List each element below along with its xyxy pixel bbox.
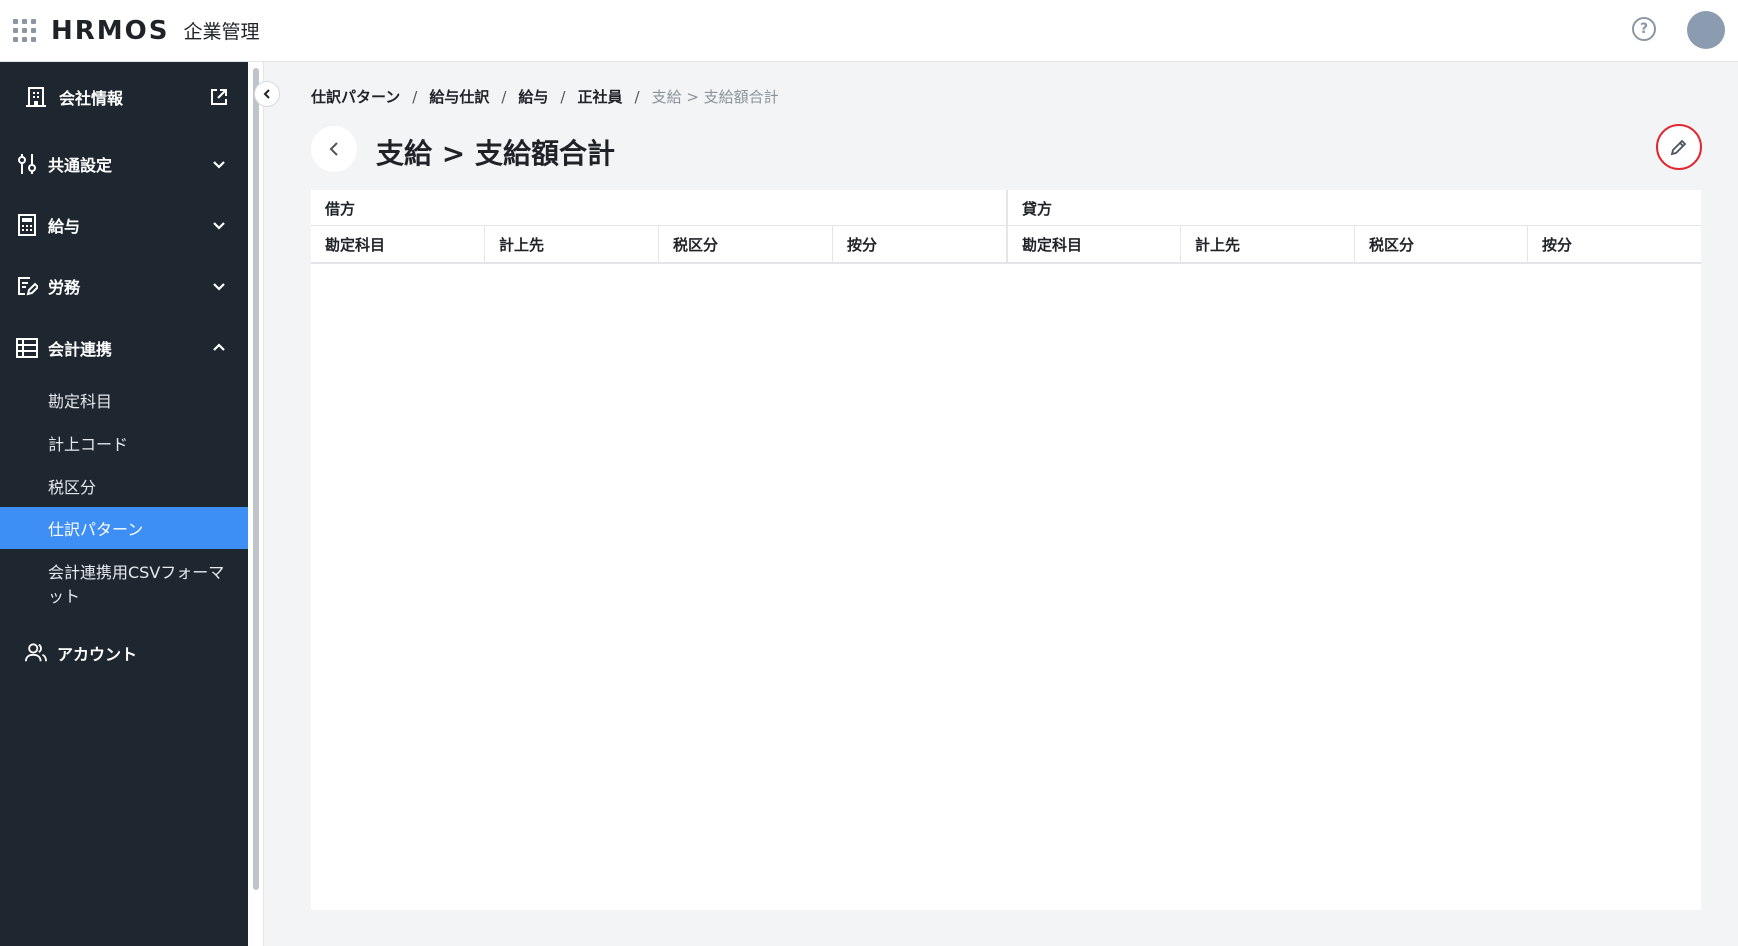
pencil-icon [1670,139,1687,156]
breadcrumb-link-payroll-journal[interactable]: 給与仕訳 [429,86,489,107]
breadcrumb: 仕訳パターン / 給与仕訳 / 給与 / 正社員 / 支給 > 支給額合計 [311,86,779,107]
breadcrumb-separator: / [501,87,507,106]
logo-subtitle: 企業管理 [183,21,260,43]
logo[interactable]: HRMOS [51,16,169,46]
sidebar-item-account[interactable]: アカウント [0,631,248,675]
debit-col-posting: 計上先 [485,226,659,262]
chevron-up-icon [210,339,228,357]
journal-pattern-table: 借方 貸方 勘定科目 計上先 税区分 按分 勘定科目 計上先 税区分 按分 [311,190,1701,910]
chevron-down-icon [210,277,228,295]
sidebar-item-label: 会社情報 [59,89,124,108]
debit-col-account: 勘定科目 [311,226,485,262]
chevron-left-icon [263,89,270,99]
sidebar-scrollbar[interactable] [248,62,264,946]
debit-col-allocation: 按分 [847,235,878,254]
avatar[interactable] [1687,11,1725,49]
debit-credit-divider [1006,190,1008,264]
sidebar-item-label: 会計連携 [48,340,113,359]
users-icon [25,642,47,664]
breadcrumb-current: 支給 > 支給額合計 [651,88,779,106]
chevron-left-icon [329,142,338,156]
sidebar-sub-item-tax-categories[interactable]: 税区分 [0,465,248,507]
sidebar-scrollbar-thumb[interactable] [253,68,259,890]
page-title: 支給 > 支給額合計 [376,137,615,170]
collapse-sidebar-button[interactable] [254,81,280,107]
sidebar-item-label: 労務 [48,278,81,297]
back-button[interactable] [311,126,357,172]
credit-col-account: 勘定科目 [1008,226,1181,262]
sliders-icon [16,153,38,175]
calculator-icon [16,214,38,236]
sidebar-item-label: 給与 [48,217,81,236]
breadcrumb-link-full-time-employee[interactable]: 正社員 [577,86,622,107]
credit-col-allocation: 按分 [1542,235,1573,254]
sidebar-item-labor[interactable]: 労務 [0,264,248,308]
chevron-down-icon [210,155,228,173]
building-icon [25,86,47,108]
table-icon [16,337,38,359]
credit-col-tax: 税区分 [1355,226,1528,262]
sidebar-item-label: アカウント [57,645,138,664]
debit-group-header: 借方 [325,199,356,218]
breadcrumb-link-journal-patterns[interactable]: 仕訳パターン [311,86,400,107]
document-edit-icon [16,275,38,297]
breadcrumb-separator: / [412,87,418,106]
sidebar-item-common-settings[interactable]: 共通設定 [0,142,248,186]
sidebar-item-accounting-integration[interactable]: 会計連携 [0,326,248,370]
debit-col-tax: 税区分 [659,226,833,262]
edit-button[interactable] [1656,124,1702,170]
app-grid-icon[interactable] [13,19,37,43]
credit-group-header: 貸方 [1022,199,1053,218]
sidebar-item-payroll[interactable]: 給与 [0,203,248,247]
credit-col-posting: 計上先 [1181,226,1355,262]
help-icon[interactable]: ? [1632,17,1656,41]
breadcrumb-separator: / [560,87,566,106]
external-link-icon [210,88,228,106]
breadcrumb-link-payroll[interactable]: 給与 [518,86,548,107]
sidebar-item-label: 共通設定 [48,156,113,175]
chevron-down-icon [210,216,228,234]
sidebar-item-company-info[interactable]: 会社情報 [0,75,248,119]
top-bar: HRMOS 企業管理 ? [0,0,1738,62]
sidebar-sub-item-journal-patterns[interactable]: 仕訳パターン [0,507,248,549]
sidebar-sub-item-account-titles[interactable]: 勘定科目 [0,379,248,421]
sidebar: 会社情報 共通設定 給与 労務 会計連携 勘定科目 計上コード 税区分 仕訳パタ… [0,62,248,946]
sidebar-sub-item-csv-format[interactable]: 会計連携用CSVフォーマット [0,559,248,613]
sidebar-sub-item-posting-codes[interactable]: 計上コード [0,422,248,464]
breadcrumb-separator: / [634,87,640,106]
